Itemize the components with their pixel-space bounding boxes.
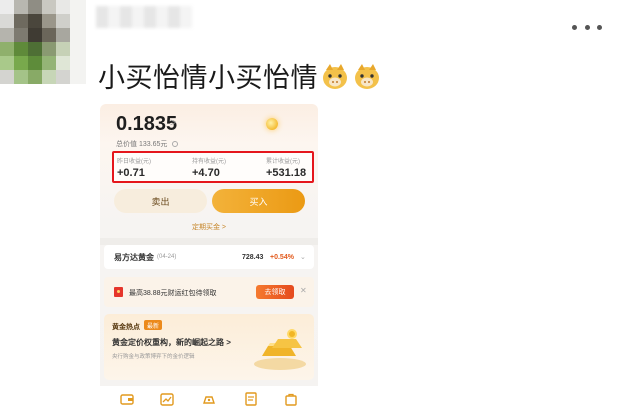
total-value-amount: 133.65元 bbox=[138, 141, 168, 148]
user-avatar[interactable] bbox=[0, 0, 86, 84]
eye-icon[interactable] bbox=[172, 141, 179, 148]
bottom-tab-bar bbox=[100, 386, 318, 416]
dot-icon bbox=[584, 24, 590, 30]
red-packet-icon bbox=[114, 287, 123, 297]
fund-name: 易方达黄金 bbox=[114, 252, 154, 262]
earnings-summary-highlighted: 昨日收益(元) +0.71 持有收益(元) +4.70 累计收益(元) +531… bbox=[112, 151, 314, 183]
chevron-down-icon[interactable]: ⌄ bbox=[300, 253, 306, 261]
stat-value: +531.18 bbox=[266, 167, 307, 179]
attached-screenshot[interactable]: 0.1835 > 总价值 133.65元 昨日收益(元) +0.71 持有收益(… bbox=[100, 104, 318, 416]
stat-cumulative: 累计收益(元) +531.18 bbox=[266, 156, 306, 179]
document-icon[interactable] bbox=[244, 392, 258, 406]
username-blurred[interactable] bbox=[96, 6, 192, 28]
total-value: 总价值 133.65元 bbox=[116, 139, 179, 149]
chart-icon[interactable] bbox=[160, 392, 174, 406]
news-badge: 最新 bbox=[144, 320, 163, 330]
stat-label: 累计收益(元) bbox=[266, 159, 300, 165]
avatar-pixelated-image bbox=[0, 0, 86, 84]
gold-coin-icon bbox=[266, 118, 278, 130]
gold-news-card[interactable]: 黄金热点 最新 黄金定价权重构，新的崛起之路 > 央行购金与政策博弈下的金价逻辑 bbox=[104, 314, 314, 380]
stat-label: 昨日收益(元) bbox=[117, 159, 151, 165]
news-heading: 黄金热点 bbox=[112, 324, 140, 331]
stat-yesterday: 昨日收益(元) +0.71 bbox=[117, 156, 151, 179]
gold-bars-illustration-icon bbox=[254, 329, 306, 370]
section-divider bbox=[100, 238, 318, 245]
news-subtitle: 央行购金与政策博弈下的金价逻辑 bbox=[112, 354, 195, 360]
stat-value: +0.71 bbox=[117, 167, 145, 179]
promo-text: 最高38.88元财运红包待领取 bbox=[129, 290, 217, 297]
wallet-icon[interactable] bbox=[120, 392, 134, 406]
sell-button[interactable]: 卖出 bbox=[114, 189, 207, 213]
post-content: 小买怡情小买怡情 bbox=[98, 56, 382, 95]
news-title[interactable]: 黄金定价权重构，新的崛起之路 > bbox=[112, 337, 231, 348]
fund-change: +0.54% bbox=[270, 253, 294, 261]
claim-button[interactable]: 去领取 bbox=[256, 285, 294, 299]
bag-icon[interactable] bbox=[284, 392, 298, 406]
dot-icon bbox=[572, 24, 577, 30]
red-packet-promo[interactable]: 最高38.88元财运红包待领取 去领取 ✕ bbox=[104, 277, 314, 307]
post-text: 小买怡情小买怡情 bbox=[98, 63, 318, 94]
holding-price: 0.1835 bbox=[116, 113, 178, 135]
price-detail-arrow[interactable]: > bbox=[170, 117, 176, 129]
total-value-label: 总价值 bbox=[116, 141, 137, 148]
fund-date: (04-24) bbox=[157, 254, 177, 260]
fund-price: 728.43 bbox=[242, 253, 264, 261]
close-icon[interactable]: ✕ bbox=[300, 286, 307, 295]
more-options-button[interactable] bbox=[572, 20, 602, 34]
stat-value: +4.70 bbox=[192, 167, 220, 179]
stat-label: 持有收益(元) bbox=[192, 159, 226, 165]
dot-icon bbox=[597, 24, 602, 30]
stat-holding: 持有收益(元) +4.70 bbox=[192, 156, 226, 179]
fund-row[interactable]: 易方达黄金 (04-24) 728.43 +0.54% ⌄ bbox=[104, 245, 314, 269]
scheduled-buy-link[interactable]: 定期买金 > bbox=[100, 222, 318, 232]
pig-face-emoji-icon bbox=[323, 63, 347, 89]
gold-bar-icon[interactable] bbox=[202, 392, 216, 406]
pig-face-emoji-icon bbox=[355, 63, 379, 89]
buy-button[interactable]: 买入 bbox=[212, 189, 305, 213]
